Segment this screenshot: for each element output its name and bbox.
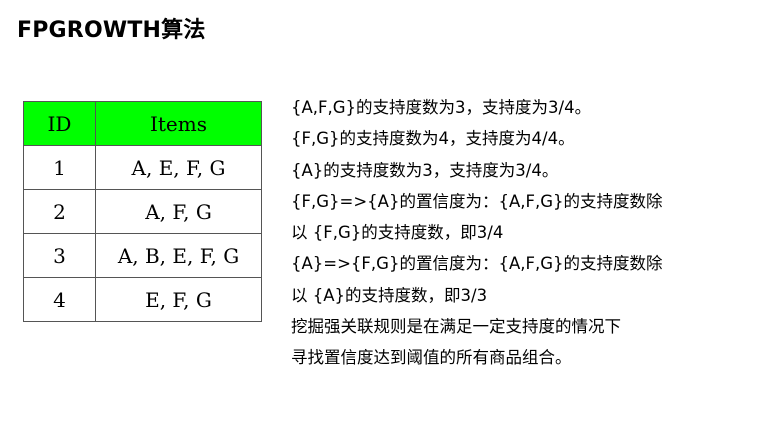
cell-items: A, E, F, G	[95, 145, 262, 190]
text-line: {A}的支持度数为3，支持度为3/4。	[291, 160, 559, 180]
cell-items: E, F, G	[95, 277, 262, 322]
text-line: {A,F,G}的支持度数为3，支持度为3/4。	[291, 98, 592, 117]
text-line: {A}=>{F,G}的置信度为：{A,F,G}的支持度数除	[291, 254, 663, 274]
text-line: {F,G}=>{A}的置信度为：{A,F,G}的支持度数除	[291, 191, 663, 211]
slide-title: FPGROWTH算法	[17, 18, 206, 43]
text-line: {F,G}的支持度数为4，支持度为4/4。	[291, 129, 575, 149]
header-items: Items	[95, 101, 262, 146]
cell-id: 3	[23, 233, 96, 278]
cell-id: 2	[23, 189, 96, 234]
table-row: 2 A, F, G	[23, 189, 262, 234]
table-row: 4 E, F, G	[23, 277, 262, 322]
table-row: 3 A, B, E, F, G	[23, 233, 262, 278]
text-line: 挖掘强关联规则是在满足一定支持度的情况下	[291, 317, 621, 337]
cell-id: 4	[23, 277, 96, 322]
cell-items: A, B, E, F, G	[95, 233, 262, 278]
cell-items: A, F, G	[95, 189, 262, 234]
table-header-row: ID Items	[23, 101, 262, 146]
text-line: 以 {A}的支持度数，即3/3	[291, 285, 488, 305]
cell-id: 1	[23, 145, 96, 190]
table-row: 1 A, E, F, G	[23, 145, 262, 190]
explanation-text: {A,F,G}的支持度数为3，支持度为3/4。 {F,G}的支持度数为4，支持度…	[291, 92, 761, 374]
text-line: 寻找置信度达到阈值的所有商品组合。	[291, 348, 572, 368]
text-line: 以 {F,G}的支持度数，即3/4	[291, 223, 504, 243]
transactions-table: ID Items 1 A, E, F, G 2 A, F, G 3 A, B, …	[23, 101, 262, 322]
header-id: ID	[23, 101, 96, 146]
